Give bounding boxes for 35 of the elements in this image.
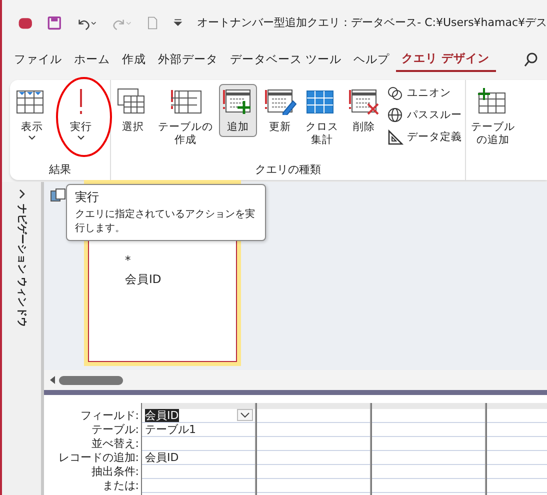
ribbon-button[interactable]: データ定義 [386, 128, 463, 147]
grid-cell[interactable]: 会員ID [142, 409, 255, 423]
row-label: または: [101, 479, 139, 493]
tooltip-title: 実行 [75, 189, 100, 206]
menu-tab[interactable]: ホーム [68, 49, 116, 71]
grid-cell[interactable]: テーブル1 [142, 423, 255, 437]
ribbon-button[interactable]: クロス 集計 [303, 84, 341, 150]
ribbon-button[interactable]: パススルー [386, 106, 463, 125]
menu-tab[interactable]: データベース ツール [224, 49, 348, 71]
row-label: 並べ替え: [90, 437, 139, 451]
ribbon-button[interactable]: 削除 [345, 84, 383, 138]
ribbon-button[interactable]: 追加 [219, 84, 257, 138]
group-label: クエリの種類 [254, 162, 322, 178]
window-title: オートナンバー型追加クエリ：データベース- C:¥Users¥hamac¥デス [197, 14, 547, 31]
tooltip-text: クエリに指定されているアクションを実行します。 [75, 208, 256, 236]
row-label: フィールド: [79, 409, 139, 423]
ribbon-button[interactable]: テーブル の追加 [469, 84, 517, 150]
grid-cell[interactable]: 会員ID [142, 451, 255, 465]
menu-tab[interactable]: ファイル [8, 49, 68, 71]
row-label: レコードの追加: [57, 451, 139, 465]
menu-tab[interactable]: 作成 [116, 49, 152, 71]
row-label: 抽出条件: [90, 465, 139, 479]
ribbon-button[interactable]: 表示 [13, 84, 51, 146]
ribbon-button[interactable]: 選択 [114, 84, 152, 138]
nav-pane-label[interactable]: ナビゲーション ウィンドウ [14, 204, 29, 328]
field-name[interactable]: * [125, 251, 236, 270]
field-name[interactable]: 会員ID [125, 270, 236, 289]
ribbon-button[interactable]: テーブルの 作成 [156, 84, 215, 150]
ribbon-button[interactable]: ユニオン [386, 84, 463, 103]
group-label: 結果 [48, 162, 72, 178]
ribbon-button[interactable]: 更新 [261, 84, 299, 138]
row-label: テーブル: [90, 423, 139, 437]
menu-tab[interactable]: 外部データ [152, 49, 224, 71]
menu-tab[interactable]: クエリ デザイン [396, 48, 496, 72]
menu-tab[interactable]: ヘルプ [348, 49, 396, 71]
